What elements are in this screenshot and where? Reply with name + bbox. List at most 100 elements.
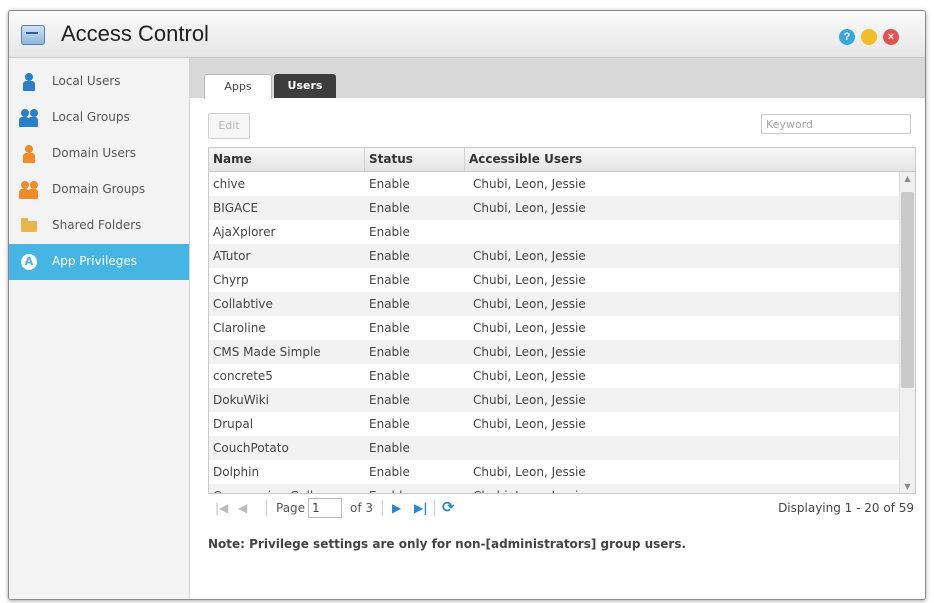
table-body: chive Enable Chubi, Leon, Jessie BIGACE Enab… [209,172,899,493]
table-row[interactable]: Claroline Enable Chubi, Leon, Jessie [209,316,899,340]
cell-accessible-users: Chubi, Leon, Jessie [473,177,586,191]
minimize-button[interactable] [861,29,877,45]
edit-button[interactable]: Edit [208,113,250,139]
cell-name: AjaXplorer [213,225,276,239]
pager-divider [266,500,267,516]
sidebar-item-domain-users[interactable]: Domain Users [9,136,189,172]
sidebar-item-label: Shared Folders [52,218,142,232]
sidebar-item-app-privileges[interactable]: A App Privileges [9,244,189,280]
close-button[interactable]: × [883,29,899,45]
cell-accessible-users: Chubi, Leon, Jessie [473,345,586,359]
cell-name: DokuWiki [213,393,269,407]
cell-accessible-users: Chubi, Leon, Jessie [473,273,586,287]
cell-name: Dolphin [213,465,260,479]
cell-status: Enable [369,297,410,311]
sidebar-item-label: Domain Users [52,146,136,160]
cell-status: Enable [365,484,465,493]
table-row[interactable]: Collabtive Enable Chubi, Leon, Jessie [209,292,899,316]
sidebar: Local Users Local Groups Domain Users Do… [9,58,190,599]
table-row[interactable]: DokuWiki Enable Chubi, Leon, Jessie [209,388,899,412]
cell-accessible-users: Chubi, Leon, Jessie [473,417,586,431]
tab-apps[interactable]: Apps [204,74,272,99]
table-row[interactable]: BIGACE Enable Chubi, Leon, Jessie [209,196,899,220]
cell-accessible-users: Chubi, Leon, Jessie [473,465,586,479]
page-number-input[interactable] [308,498,342,518]
cell-name: concrete5 [213,369,273,383]
title-bar: Access Control ? × [9,11,925,58]
keyword-search-input[interactable] [761,114,911,134]
cell-name: Drupal [213,417,254,431]
domain-group-icon [19,181,38,199]
first-page-icon[interactable]: |◀ [215,501,228,515]
tab-strip: Apps Users [190,58,925,99]
cell-name: ATutor [213,249,251,263]
table-row[interactable]: CouchPotato Enable [209,436,899,460]
access-control-app-icon [21,25,45,45]
scrollbar-thumb[interactable] [901,192,914,388]
help-button[interactable]: ? [839,29,855,45]
table-row[interactable]: CMS Made Simple Enable Chubi, Leon, Jessie [209,340,899,364]
user-icon [21,73,37,91]
sidebar-item-local-groups[interactable]: Local Groups [9,100,189,136]
sidebar-item-domain-groups[interactable]: Domain Groups [9,172,189,208]
sidebar-item-label: Local Users [52,74,121,88]
folder-icon [21,217,37,235]
cell-accessible-users: Chubi, Leon, Jessie [473,393,586,407]
column-header-status[interactable]: Status [365,148,465,171]
table-row[interactable]: Coppermine GalleryEnable Chubi, Leon, Jes… [209,484,899,493]
cell-name: BIGACE [213,201,259,215]
cell-status: Enable [369,249,410,263]
scroll-down-icon[interactable]: ▼ [900,482,915,491]
table-row[interactable]: chive Enable Chubi, Leon, Jessie [209,172,899,196]
vertical-scrollbar[interactable]: ▲ ▼ [899,172,915,493]
cell-accessible-users: Chubi, Leon, Jessie [473,369,586,383]
cell-status: Enable [369,321,410,335]
cell-name: Coppermine Gallery [209,484,365,493]
main-panel: Apps Users Edit Name Status Accessible U… [190,58,925,599]
column-header-accessible-users[interactable]: Accessible Users [465,148,915,171]
cell-status: Enable [369,201,410,215]
cell-status: Enable [369,369,410,383]
sidebar-item-label: Local Groups [52,110,130,124]
cell-name: Claroline [213,321,266,335]
cell-status: Enable [369,465,410,479]
cell-accessible-users: Chubi, Leon, Jessie [473,201,586,215]
cell-accessible-users: Chubi, Leon, Jessie [473,297,586,311]
group-icon [19,109,38,127]
pager-divider [434,500,435,516]
table-row[interactable]: Drupal Enable Chubi, Leon, Jessie [209,412,899,436]
app-privileges-table: Name Status Accessible Users chive Enable… [208,147,916,494]
privilege-note: Note: Privilege settings are only for no… [208,537,687,551]
cell-name: Collabtive [213,297,273,311]
table-row[interactable]: Dolphin Enable Chubi, Leon, Jessie [209,460,899,484]
next-page-icon[interactable]: ▶ [392,501,401,515]
table-row[interactable]: Chyrp Enable Chubi, Leon, Jessie [209,268,899,292]
pager-divider [382,500,383,516]
table-header: Name Status Accessible Users [209,148,915,172]
cell-status: Enable [369,441,410,455]
tab-users[interactable]: Users [274,74,336,98]
page-label: Page [276,501,306,515]
window-title: Access Control [61,21,209,46]
column-header-name[interactable]: Name [209,148,365,171]
cell-name: chive [213,177,246,191]
table-row[interactable]: concrete5 Enable Chubi, Leon, Jessie [209,364,899,388]
table-row[interactable]: ATutor Enable Chubi, Leon, Jessie [209,244,899,268]
cell-status: Enable [369,177,410,191]
cell-accessible-users: Chubi, Leon, Jessie [473,249,586,263]
pagination-bar: |◀ ◀ Page of 3 ▶ ▶| ⟳ Displaying 1 - 20 … [208,494,914,524]
previous-page-icon[interactable]: ◀ [238,501,247,515]
cell-name: CMS Made Simple [213,345,321,359]
scroll-up-icon[interactable]: ▲ [900,174,915,183]
sidebar-item-local-users[interactable]: Local Users [9,64,189,100]
app-privileges-icon: A [21,253,37,271]
cell-accessible-users: Chubi, Leon, Jessie [473,321,586,335]
sidebar-item-shared-folders[interactable]: Shared Folders [9,208,189,244]
table-row[interactable]: AjaXplorer Enable [209,220,899,244]
cell-status: Enable [369,393,410,407]
last-page-icon[interactable]: ▶| [414,501,428,515]
cell-status: Enable [369,225,410,239]
cell-status: Enable [369,417,410,431]
cell-name: CouchPotato [213,441,289,455]
refresh-icon[interactable]: ⟳ [442,498,455,516]
